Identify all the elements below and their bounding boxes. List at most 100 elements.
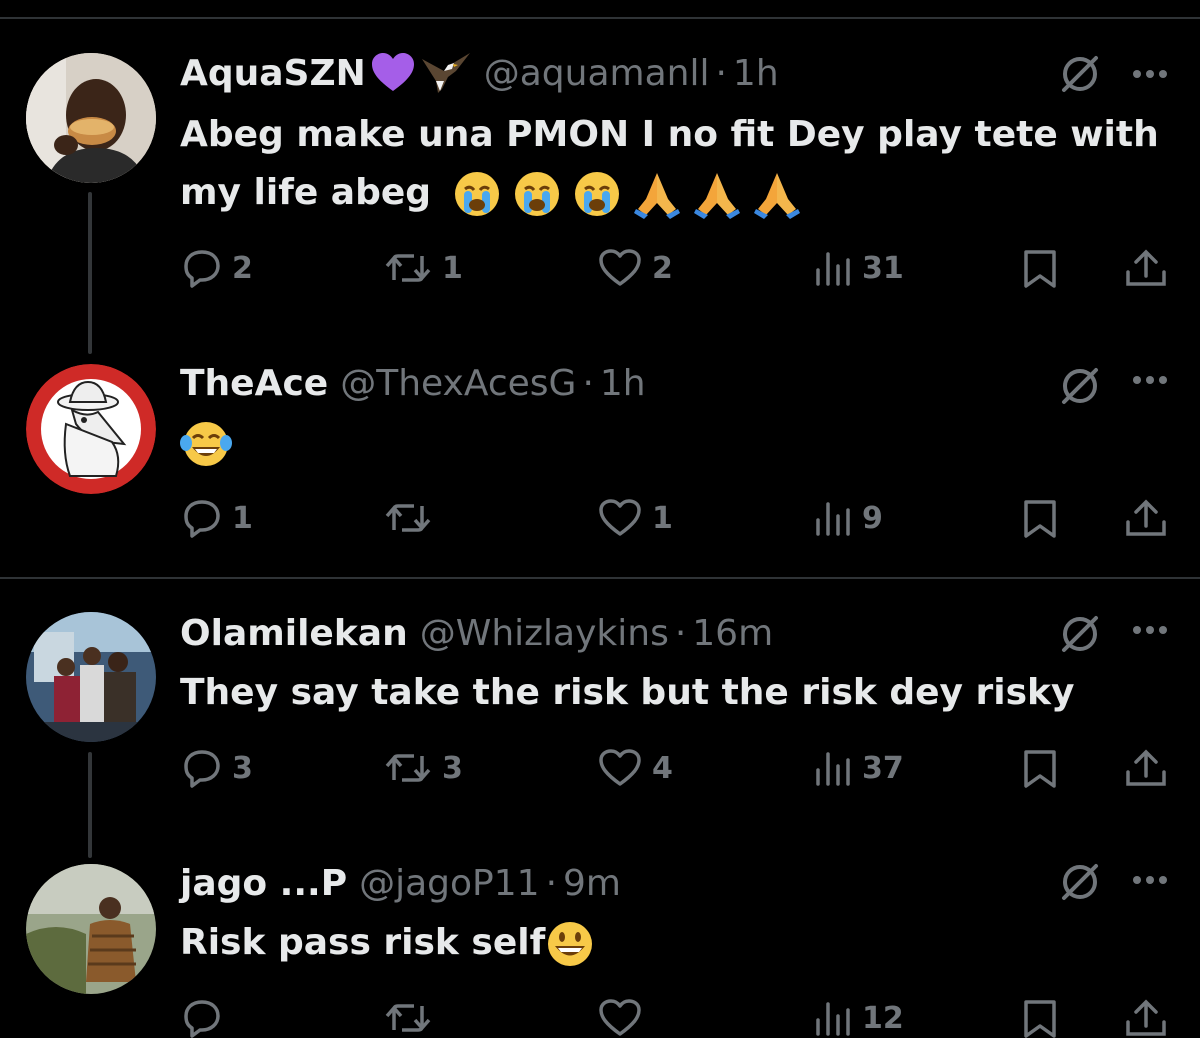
tears-of-joy-icon xyxy=(180,422,232,466)
user-handle[interactable]: @jagoP11 xyxy=(359,863,539,904)
view-count: 31 xyxy=(862,250,904,286)
share-button[interactable] xyxy=(1124,998,1168,1038)
conversation-divider xyxy=(0,577,1200,579)
crying-face-icon xyxy=(574,172,619,216)
reply-count: 3 xyxy=(232,750,253,786)
heart-icon xyxy=(599,249,641,286)
reply-icon xyxy=(184,250,220,288)
tweet[interactable]: TheAce @ThexAcesG · 1h 1 1 9 xyxy=(0,350,1200,570)
crying-face-icon xyxy=(514,172,559,216)
repost-button[interactable] xyxy=(384,498,442,538)
grok-icon[interactable] xyxy=(1058,364,1102,408)
more-options-icon[interactable] xyxy=(1128,608,1172,652)
grok-icon[interactable] xyxy=(1058,612,1102,656)
views-button[interactable]: 9 xyxy=(812,498,883,538)
views-button[interactable]: 12 xyxy=(812,998,904,1038)
tweet-text xyxy=(180,414,1160,472)
repost-icon xyxy=(385,1004,431,1032)
like-button[interactable] xyxy=(598,998,652,1038)
more-options-icon[interactable] xyxy=(1128,858,1172,902)
tweet-header: jago ...P @jagoP11 · 9m xyxy=(180,858,621,908)
user-handle[interactable]: @ThexAcesG xyxy=(340,363,576,404)
avatar[interactable] xyxy=(26,612,156,742)
views-icon xyxy=(816,1002,850,1036)
bookmark-button[interactable] xyxy=(1020,248,1060,288)
timestamp[interactable]: 9m xyxy=(563,863,621,904)
heart-icon xyxy=(599,499,641,536)
repost-button[interactable] xyxy=(384,998,442,1038)
grok-icon[interactable] xyxy=(1058,860,1102,904)
bookmark-button[interactable] xyxy=(1020,498,1060,538)
reply-button[interactable]: 2 xyxy=(182,248,253,288)
timestamp[interactable]: 16m xyxy=(692,613,773,654)
bookmark-button[interactable] xyxy=(1020,748,1060,788)
like-button[interactable]: 4 xyxy=(598,748,673,788)
share-icon xyxy=(1126,999,1166,1036)
avatar[interactable] xyxy=(26,864,156,994)
views-button[interactable]: 37 xyxy=(812,748,904,788)
avatar[interactable] xyxy=(26,364,156,494)
views-button[interactable]: 31 xyxy=(812,248,904,288)
timestamp[interactable]: 1h xyxy=(600,363,646,404)
reply-count: 2 xyxy=(232,250,253,286)
like-count: 2 xyxy=(652,250,673,286)
display-name[interactable]: TheAce xyxy=(180,363,328,404)
tweet-header: Olamilekan @Whizlaykins · 16m xyxy=(180,608,773,658)
share-button[interactable] xyxy=(1124,748,1168,788)
user-handle[interactable]: @Whizlaykins xyxy=(420,613,669,654)
separator-dot: · xyxy=(715,52,727,94)
grinning-face-icon xyxy=(548,922,593,966)
share-icon xyxy=(1126,499,1166,536)
views-icon xyxy=(816,752,850,786)
action-bar: 1 1 9 xyxy=(0,492,1200,542)
folded-hands-icon xyxy=(633,173,680,219)
more-options-icon[interactable] xyxy=(1128,358,1172,402)
repost-button[interactable]: 3 xyxy=(384,748,463,788)
display-name[interactable]: jago ...P xyxy=(180,863,347,904)
views-icon xyxy=(816,502,850,536)
share-button[interactable] xyxy=(1124,248,1168,288)
bookmark-icon xyxy=(1024,250,1056,288)
reply-button[interactable]: 1 xyxy=(182,498,253,538)
like-count: 4 xyxy=(652,750,673,786)
more-options-icon[interactable] xyxy=(1128,52,1172,96)
repost-button[interactable]: 1 xyxy=(384,248,463,288)
reply-button[interactable] xyxy=(182,998,232,1038)
repost-icon xyxy=(385,504,431,532)
share-button[interactable] xyxy=(1124,498,1168,538)
grok-icon[interactable] xyxy=(1058,52,1102,96)
folded-hands-icon xyxy=(693,173,740,219)
views-icon xyxy=(816,252,850,286)
tweet[interactable]: jago ...P @jagoP11 · 9m Risk pass risk s… xyxy=(0,856,1200,1038)
reply-count: 1 xyxy=(232,500,253,536)
display-name[interactable]: AquaSZN xyxy=(180,53,366,94)
display-name[interactable]: Olamilekan xyxy=(180,613,408,654)
tweet-text-content: They say take the risk but the risk dey … xyxy=(180,672,1075,713)
tweet[interactable]: Olamilekan @Whizlaykins · 16m They say t… xyxy=(0,600,1200,830)
avatar[interactable] xyxy=(26,53,156,183)
folded-hands-icon xyxy=(753,173,800,219)
reply-icon xyxy=(184,500,220,538)
like-button[interactable]: 2 xyxy=(598,248,673,288)
repost-count: 3 xyxy=(442,750,463,786)
repost-count: 1 xyxy=(442,250,463,286)
emoji-group xyxy=(452,169,802,219)
heart-icon xyxy=(599,749,641,786)
tweet-text: They say take the risk but the risk dey … xyxy=(180,664,1160,722)
separator-dot: · xyxy=(674,612,687,654)
action-bar: 12 xyxy=(0,992,1200,1038)
tweet[interactable]: AquaSZN @aquamanll · 1h Abeg make una PM… xyxy=(0,0,1200,340)
tweet-text: Abeg make una PMON I no fit Dey play tet… xyxy=(180,106,1160,222)
like-button[interactable]: 1 xyxy=(598,498,673,538)
bookmark-icon xyxy=(1024,750,1056,788)
action-bar: 2 1 2 31 xyxy=(0,242,1200,292)
reply-button[interactable]: 3 xyxy=(182,748,253,788)
share-icon xyxy=(1126,249,1166,286)
action-bar: 3 3 4 37 xyxy=(0,742,1200,792)
user-handle[interactable]: @aquamanll xyxy=(484,53,710,94)
bookmark-button[interactable] xyxy=(1020,998,1060,1038)
eagle-icon xyxy=(420,51,472,95)
tweet-text-content: Risk pass risk self xyxy=(180,922,546,963)
tweet-header: AquaSZN @aquamanll · 1h xyxy=(180,48,779,98)
timestamp[interactable]: 1h xyxy=(733,53,779,94)
